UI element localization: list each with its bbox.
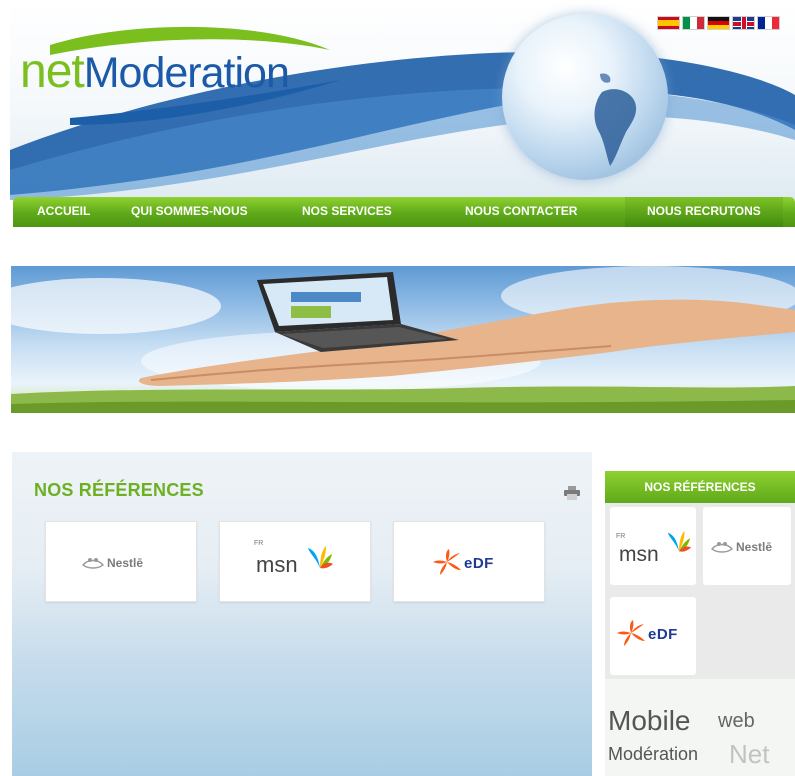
msn-logo: FR msn <box>254 540 342 586</box>
language-flags <box>657 16 780 30</box>
flag-es-icon[interactable] <box>657 16 680 30</box>
nav-item-nous-contacter[interactable]: NOUS CONTACTER <box>465 197 577 227</box>
nestle-logo-text: Nestlē <box>107 556 144 570</box>
sidebar-nestle-logo: Nestlē <box>711 539 772 555</box>
site-header: netModeration <box>10 0 795 200</box>
references-panel: NOS RÉFÉRENCES Nestlē FR msn eDF <box>12 452 592 776</box>
sidebar-logo-grid: FR msn Nestlē eDF <box>605 503 795 679</box>
tag-mobile[interactable]: Mobile <box>608 707 690 735</box>
hero-banner <box>11 266 795 413</box>
reference-card-msn[interactable]: FR msn <box>219 521 371 602</box>
main-nav: ACCUEIL QUI SOMMES-NOUS NOS SERVICES NOU… <box>13 197 795 227</box>
logo-moderation-text: Moderation <box>83 49 290 97</box>
nav-item-accueil[interactable]: ACCUEIL <box>37 197 90 227</box>
site-logo[interactable]: netModeration <box>20 45 290 98</box>
flag-fr-icon[interactable] <box>757 16 780 30</box>
flag-uk-icon[interactable] <box>732 16 755 30</box>
sidebar-nestle-logo-text: Nestlē <box>736 540 773 554</box>
header-swoosh-graphic <box>10 26 795 200</box>
flag-de-icon[interactable] <box>707 16 730 30</box>
sidebar-edf-logo: eDF <box>614 619 678 649</box>
references-title: NOS RÉFÉRENCES <box>34 480 204 500</box>
sidebar-references: NOS RÉFÉRENCES FR msn Nestlē eDF Mobile … <box>605 471 795 776</box>
tag-web[interactable]: web <box>718 711 755 731</box>
globe-graphic <box>502 14 668 180</box>
sidebar-title: NOS RÉFÉRENCES <box>605 471 795 503</box>
nav-item-nos-services[interactable]: NOS SERVICES <box>302 197 392 227</box>
logo-net-text: net <box>20 45 85 98</box>
sidebar-nestle-nest-icon <box>711 542 733 553</box>
flag-it-icon[interactable] <box>682 16 705 30</box>
sidebar-card-nestle[interactable]: Nestlē <box>703 507 791 585</box>
reference-card-nestle[interactable]: Nestlē <box>45 521 197 602</box>
msn-logo-text: msn <box>256 552 298 577</box>
edf-logo: eDF <box>430 548 494 578</box>
edf-logo-text: eDF <box>464 554 494 572</box>
sidebar-edf-logo-text: eDF <box>648 625 678 643</box>
sidebar-edf-flower-icon <box>617 620 645 646</box>
south-america-graphic <box>594 73 637 166</box>
sidebar-msn-logo-text: msn <box>619 543 659 566</box>
print-icon[interactable] <box>564 486 580 500</box>
sidebar-msn-region-label: FR <box>616 533 626 540</box>
sidebar-card-msn[interactable]: FR msn <box>610 507 696 585</box>
tag-net[interactable]: Net <box>729 741 769 767</box>
tag-moderation[interactable]: Modération <box>608 745 698 763</box>
reference-card-edf[interactable]: eDF <box>393 521 545 602</box>
edf-flower-icon <box>433 549 461 575</box>
nav-item-qui-sommes-nous[interactable]: QUI SOMMES-NOUS <box>131 197 248 227</box>
nestle-nest-icon <box>82 558 104 569</box>
msn-butterfly-icon <box>308 546 333 569</box>
msn-region-label: FR <box>254 540 264 547</box>
page: netModeration ACCUEIL QUI SOMMES-NOUS NO… <box>0 0 795 776</box>
sidebar-card-edf[interactable]: eDF <box>610 597 696 675</box>
nestle-logo: Nestlē <box>82 555 143 571</box>
hand-laptop-graphic <box>11 266 795 413</box>
nav-item-nous-recrutons[interactable]: NOUS RECRUTONS <box>625 197 783 227</box>
sidebar-msn-butterfly-icon <box>667 530 692 552</box>
